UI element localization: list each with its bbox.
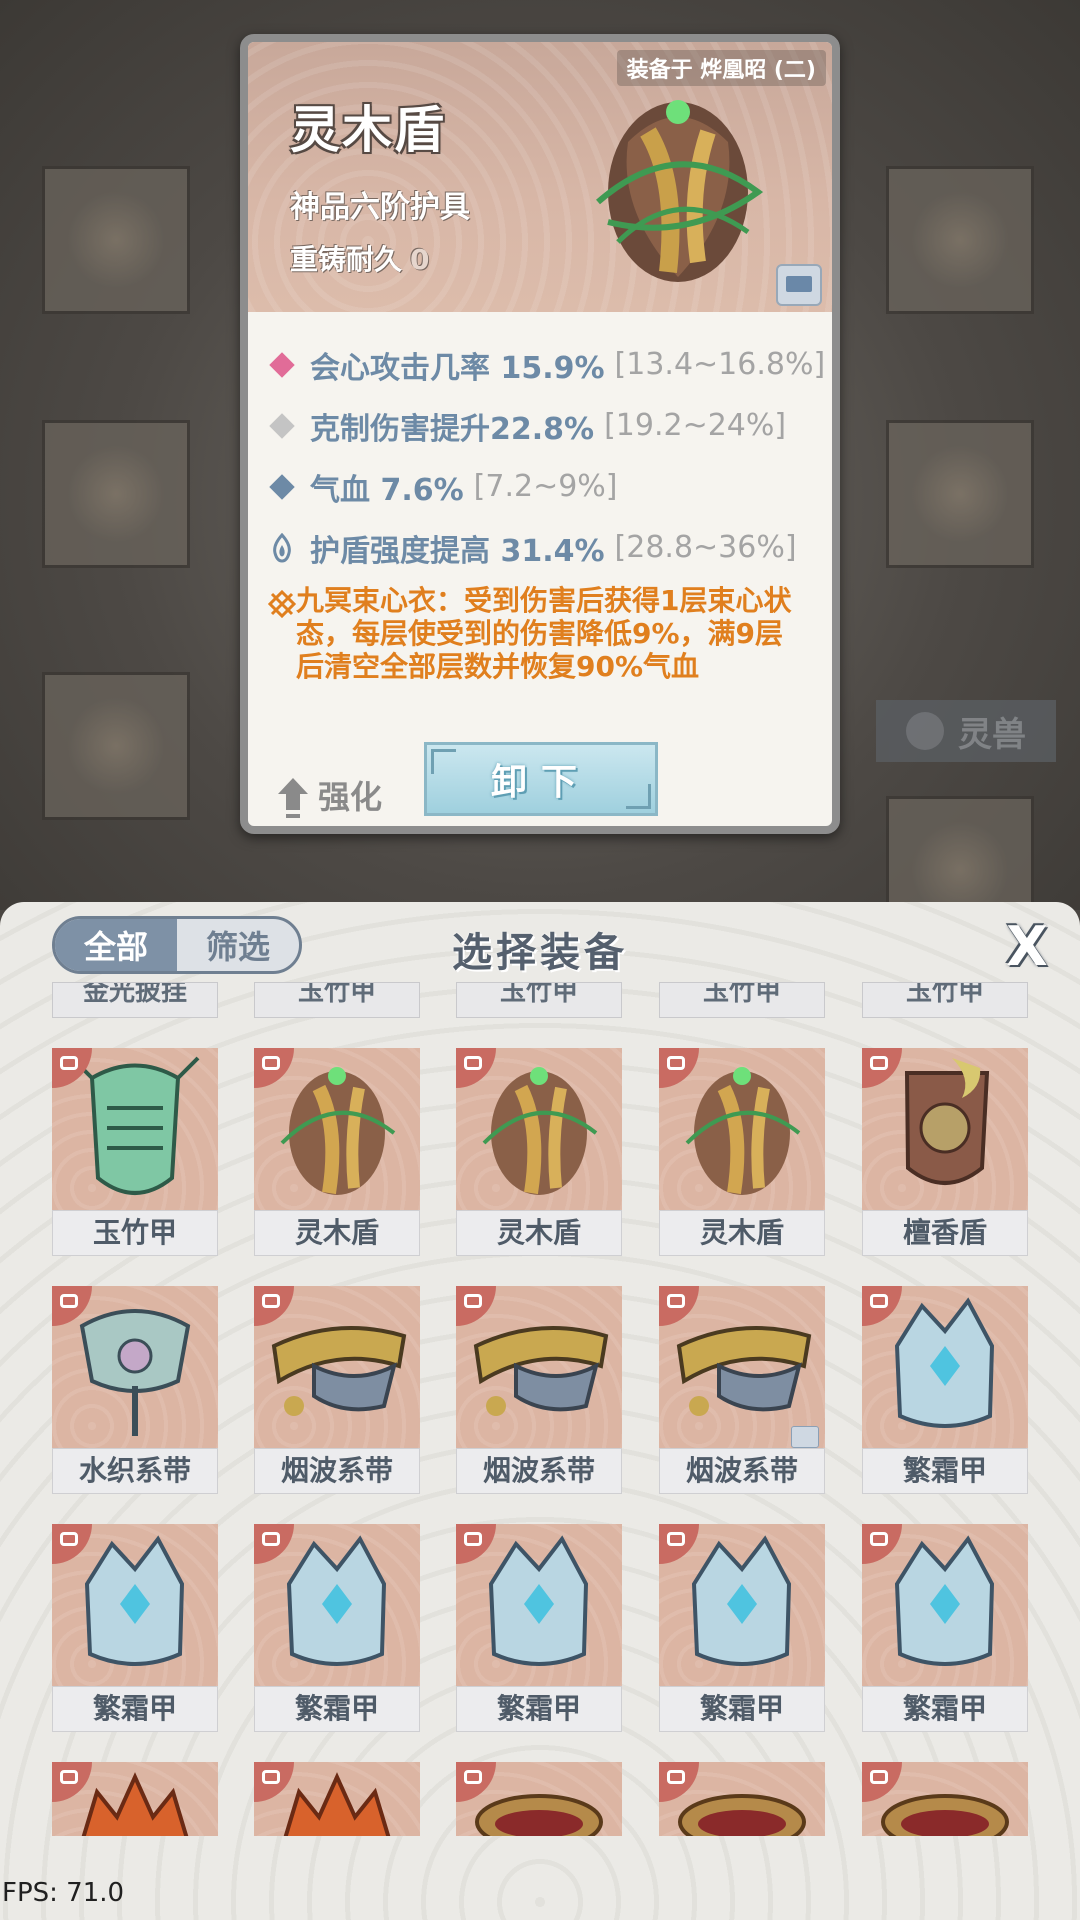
list-item[interactable] <box>862 1762 1028 1836</box>
list-item[interactable]: 水织系带 <box>52 1286 218 1496</box>
bg-equipment-slot <box>886 166 1034 314</box>
equipment-select-panel: 全部 筛选 选择装备 X 金光披挂 玉竹甲 玉竹甲 玉竹甲 玉竹甲 玉竹甲 灵木… <box>0 902 1080 1920</box>
durability-value: 0 <box>410 243 430 276</box>
bg-spirit-beast-tab: 灵兽 <box>876 700 1056 762</box>
item-label: 繁霜甲 <box>456 1686 622 1732</box>
list-item[interactable]: 繁霜甲 <box>52 1524 218 1734</box>
upgrade-label: 强化 <box>318 778 383 816</box>
panel-title: 选择装备 <box>452 930 628 976</box>
list-item[interactable] <box>456 1762 622 1836</box>
item-label: 檀香盾 <box>862 1210 1028 1256</box>
item-label: 烟波系带 <box>659 1448 825 1494</box>
stat-range: [28.8~36%] <box>614 530 797 565</box>
list-item[interactable]: 繁霜甲 <box>254 1524 420 1734</box>
list-item[interactable]: 繁霜甲 <box>659 1524 825 1734</box>
item-label: 繁霜甲 <box>52 1686 218 1732</box>
list-item[interactable]: 玉竹甲 <box>659 982 825 1018</box>
stat-row: 克制伤害提升22.8% [19.2~24%] <box>268 395 828 456</box>
item-label: 灵木盾 <box>254 1210 420 1256</box>
chest-icon <box>791 1426 819 1448</box>
item-label: 水织系带 <box>52 1448 218 1494</box>
chest-icon[interactable] <box>776 264 822 306</box>
pink-diamond-icon <box>268 351 296 379</box>
bg-equipment-slot <box>42 672 190 820</box>
card-header: 装备于 烨凰昭 (二) 灵木盾 神品六阶护具 重铸耐久 0 <box>248 42 832 312</box>
stat-text: 气血 7.6% <box>310 472 464 508</box>
item-label: 繁霜甲 <box>254 1686 420 1732</box>
list-item[interactable]: 金光披挂 <box>52 982 218 1018</box>
item-label: 繁霜甲 <box>659 1686 825 1732</box>
special-effect-text: 九冥束心衣：受到伤害后获得1层束心状态，每层使受到的伤害降低9%，满9层后清空全… <box>296 584 792 683</box>
bg-tag-label: 灵兽 <box>958 714 1026 755</box>
list-item[interactable]: 烟波系带 <box>254 1286 420 1496</box>
special-effect: 九冥束心衣：受到伤害后获得1层束心状态，每层使受到的伤害降低9%，满9层后清空全… <box>267 584 828 683</box>
list-item[interactable]: 繁霜甲 <box>862 1286 1028 1496</box>
bg-equipment-slot <box>886 420 1034 568</box>
stat-text: 会心攻击几率 15.9% <box>310 350 605 386</box>
stat-row: 气血 7.6% [7.2~9%] <box>268 456 828 517</box>
stat-range: [13.4~16.8%] <box>614 347 826 382</box>
stats-list: 会心攻击几率 15.9% [13.4~16.8%] 克制伤害提升22.8% [1… <box>267 334 828 683</box>
shield-flame-icon <box>268 532 296 563</box>
list-item[interactable]: 灵木盾 <box>456 1048 622 1258</box>
item-label: 玉竹甲 <box>52 1210 218 1256</box>
list-item[interactable]: 烟波系带 <box>659 1286 825 1496</box>
item-label: 烟波系带 <box>254 1448 420 1494</box>
list-item[interactable]: 玉竹甲 <box>456 982 622 1018</box>
list-item[interactable] <box>659 1762 825 1836</box>
fps-counter: FPS: 71.0 <box>2 1878 125 1908</box>
item-label: 繁霜甲 <box>862 1686 1028 1732</box>
stat-range: [19.2~24%] <box>604 408 787 443</box>
item-label: 灵木盾 <box>456 1210 622 1256</box>
list-item[interactable]: 灵木盾 <box>254 1048 420 1258</box>
bg-equipment-slot <box>42 166 190 314</box>
stat-range: [7.2~9%] <box>473 469 618 504</box>
stat-row: 护盾强度提高 31.4% [28.8~36%] <box>268 517 828 578</box>
item-detail-card: 装备于 烨凰昭 (二) 灵木盾 神品六阶护具 重铸耐久 0 会心攻击几率 15.9… <box>240 34 840 834</box>
durability-label: 重铸耐久 <box>290 243 403 276</box>
blue-diamond-icon <box>268 473 296 501</box>
stat-text: 护盾强度提高 31.4% <box>310 533 605 569</box>
list-item[interactable] <box>254 1762 420 1836</box>
bg-equipment-slot <box>42 420 190 568</box>
item-label: 灵木盾 <box>659 1210 825 1256</box>
special-effect-icon <box>267 589 297 683</box>
list-item[interactable]: 繁霜甲 <box>862 1524 1028 1734</box>
stat-row: 会心攻击几率 15.9% [13.4~16.8%] <box>268 334 828 395</box>
upgrade-button[interactable]: 强化 <box>278 772 382 818</box>
list-item[interactable]: 玉竹甲 <box>862 982 1028 1018</box>
list-item[interactable]: 檀香盾 <box>862 1048 1028 1258</box>
item-label: 烟波系带 <box>456 1448 622 1494</box>
list-item[interactable]: 玉竹甲 <box>254 982 420 1018</box>
list-item[interactable]: 灵木盾 <box>659 1048 825 1258</box>
item-name: 灵木盾 <box>290 101 446 159</box>
grey-diamond-icon <box>268 412 296 440</box>
paw-icon <box>906 712 944 750</box>
item-grade: 神品六阶护具 <box>290 190 470 225</box>
list-item[interactable]: 繁霜甲 <box>456 1524 622 1734</box>
list-item[interactable] <box>52 1762 218 1836</box>
spirit-wood-shield-icon <box>596 100 764 282</box>
unequip-button[interactable]: 卸下 <box>424 742 658 816</box>
list-item[interactable]: 玉竹甲 <box>52 1048 218 1258</box>
list-item[interactable]: 烟波系带 <box>456 1286 622 1496</box>
upgrade-arrow-icon <box>278 778 308 814</box>
equipment-grid: 金光披挂 玉竹甲 玉竹甲 玉竹甲 玉竹甲 玉竹甲 灵木盾 灵木盾 灵木盾 檀香盾… <box>0 982 1080 1836</box>
close-button[interactable]: X <box>1002 915 1052 978</box>
item-label: 繁霜甲 <box>862 1448 1028 1494</box>
stat-text: 克制伤害提升22.8% <box>310 411 595 447</box>
durability: 重铸耐久 0 <box>290 238 430 278</box>
